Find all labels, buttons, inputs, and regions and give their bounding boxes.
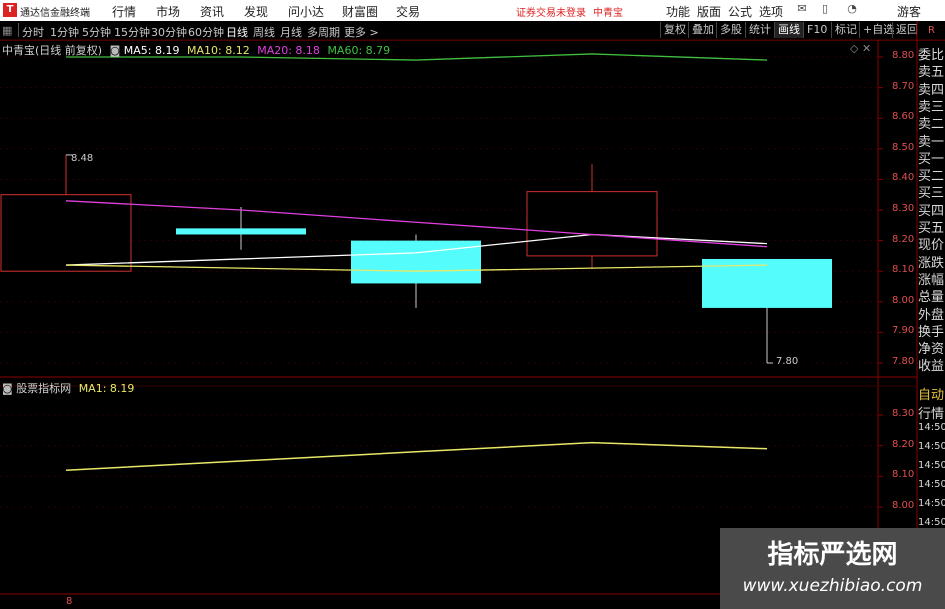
quote-field-label: 买一 (918, 151, 945, 167)
tick-time: 14:50 (918, 498, 945, 509)
price-tick-label: 7.80 (892, 356, 915, 367)
sub-tick-label: 8.20 (892, 438, 915, 450)
candle-body-down (176, 228, 306, 235)
right-panel-toggle[interactable]: R (918, 21, 945, 40)
quote-field-label: 外盘 (918, 307, 945, 323)
quote-field-label: 买四 (918, 203, 945, 219)
chart-grid (0, 21, 945, 609)
ma60-label: MA60: 8.79 (327, 44, 391, 57)
quote-field-label: 净资 (918, 342, 945, 358)
tick-time: 14:50 (918, 460, 945, 471)
quote-field-label: 卖一 (918, 134, 945, 150)
ma10-label: MA10: 8.12 (187, 44, 250, 57)
watermark: 指标严选网 www.xuezhibiao.com (720, 528, 945, 609)
quote-field-label: 涨幅 (918, 272, 945, 288)
sub-chart-legend: ◙ 股票指标网 MA1: 8.19 (2, 380, 134, 396)
sub-indicator-lines (65, 441, 768, 471)
quote-field-label: 卖三 (918, 99, 945, 115)
chart-expand-icon[interactable]: ◇ ✕ (850, 42, 871, 55)
quote-field-label: 换手 (918, 324, 945, 340)
sub-tick-label: 8.10 (892, 469, 915, 481)
watermark-url: www.xuezhibiao.com (742, 576, 923, 596)
quote-field-label: 买二 (918, 169, 945, 185)
quote-field-label: 总量 (918, 290, 945, 306)
candles (0, 154, 832, 364)
sub-indicator-name: 股票指标网 (16, 382, 72, 395)
price-tick-label: 8.30 (892, 203, 915, 214)
bottom-index-label: 8 (66, 596, 73, 607)
price-tick-label: 8.70 (892, 80, 915, 92)
candle-body-down (351, 240, 481, 284)
low-price-label: 7.80 (776, 356, 799, 367)
ma1-label: MA1: 8.19 (78, 382, 135, 395)
quote-field-label: 买三 (918, 186, 945, 202)
ma5-label: MA5: 8.19 (123, 44, 180, 57)
ma1-line (65, 441, 768, 471)
main-chart-legend: 中青宝(日线 前复权) ◙ MA5: 8.19 MA10: 8.12 MA20:… (2, 42, 390, 58)
quote-field-label: 涨跌 (918, 255, 945, 271)
price-tick-label: 8.60 (892, 111, 915, 123)
price-tick-label: 8.40 (892, 172, 915, 184)
price-tick-label: 8.50 (892, 141, 915, 153)
candle-body-up (0, 194, 132, 272)
quote-field-label: 卖五 (918, 65, 945, 81)
high-price-label: 8.48 (71, 153, 94, 164)
price-tick-label: 8.20 (892, 233, 915, 245)
quote-field-label: 收益 (918, 359, 945, 375)
price-tick-label: 8.80 (892, 50, 915, 61)
tick-time: 14:50 (918, 479, 945, 490)
tick-time: 14:50 (918, 517, 945, 528)
kline-chart[interactable] (0, 0, 945, 609)
quote-field-label: 现价 (918, 238, 945, 254)
price-tick-label: 8.00 (892, 294, 915, 306)
quote-field-label: 买五 (918, 221, 945, 236)
legend-settings-icon[interactable]: ◙ (110, 44, 121, 57)
ma20-label: MA20: 8.18 (257, 44, 320, 57)
panel-tab[interactable]: 行情 (918, 403, 945, 422)
price-tick-label: 7.90 (892, 325, 915, 337)
quote-field-label: 卖二 (918, 117, 945, 133)
quote-field-label: 委比 (918, 48, 945, 63)
tick-time: 14:50 (918, 422, 945, 433)
candle-body-up (526, 191, 658, 257)
tick-time: 14:50 (918, 441, 945, 452)
quote-field-label: 卖四 (918, 82, 945, 98)
sub-tick-label: 8.00 (892, 500, 915, 511)
stock-label: 中青宝(日线 前复权) (2, 44, 103, 57)
sub-tick-label: 8.30 (892, 408, 915, 419)
sub-settings-icon[interactable]: ◙ (2, 382, 13, 395)
watermark-title: 指标严选网 (767, 540, 898, 570)
panel-tab[interactable]: 自动 (918, 384, 945, 403)
price-tick-label: 8.10 (892, 264, 915, 276)
